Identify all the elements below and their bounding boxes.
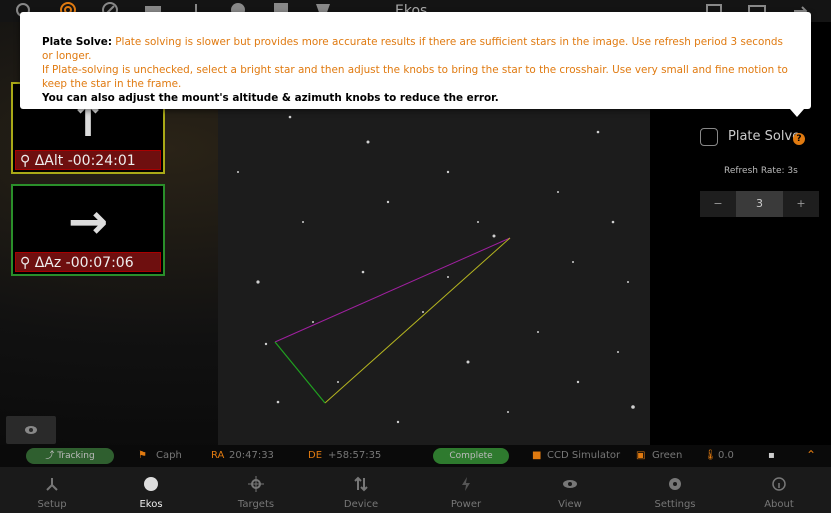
thermometer-icon: 🌡: [704, 450, 717, 461]
setup-icon: [46, 478, 58, 491]
refresh-stepper: − 3 +: [700, 191, 819, 217]
de-value: +58:57:35: [328, 450, 382, 461]
refresh-rate-label: Refresh Rate: 3s: [724, 166, 798, 176]
bottom-navigation: Setup Ekos Targets Device Power View Set…: [0, 467, 831, 513]
search-icon: ⚲: [20, 153, 35, 169]
view-toggle-button[interactable]: [6, 416, 56, 444]
chevron-up-icon[interactable]: ⌃: [806, 448, 816, 462]
eye-icon: [563, 480, 577, 488]
delta-az-label: ⚲ ΔAz -00:07:06: [15, 252, 161, 272]
nav-power[interactable]: Power: [414, 467, 518, 513]
azimuth-correction-box: → ⚲ ΔAz -00:07:06: [11, 184, 165, 276]
right-arrow-icon: →: [67, 194, 109, 250]
delta-alt-label: ⚲ ΔAlt -00:24:01: [15, 150, 161, 170]
nav-about[interactable]: About: [727, 467, 831, 513]
help-tooltip: Plate Solve: Plate solving is slower but…: [20, 12, 811, 109]
eye-icon: [25, 426, 37, 434]
filter-name: Green: [652, 450, 683, 461]
help-icon[interactable]: ?: [793, 133, 805, 145]
refresh-value[interactable]: 3: [736, 191, 783, 217]
nav-device[interactable]: Device: [309, 467, 413, 513]
increment-button[interactable]: +: [783, 191, 819, 217]
de-label: DE: [308, 450, 323, 461]
nav-view[interactable]: View: [518, 467, 622, 513]
device-icon: [354, 476, 368, 492]
filter-icon: ▣: [636, 450, 646, 461]
ekos-icon: [144, 477, 158, 491]
ra-value: 20:47:33: [229, 450, 274, 461]
temperature: 0.0: [718, 450, 734, 461]
gear-icon: [669, 478, 681, 490]
status-bar: ⤴ Tracking ⚑ Caph RA 20:47:33 DE +58:57:…: [0, 445, 831, 467]
nav-ekos[interactable]: Ekos: [99, 467, 203, 513]
search-icon: ⚲: [20, 255, 35, 271]
nav-settings[interactable]: Settings: [623, 467, 727, 513]
targets-icon: [248, 476, 264, 492]
info-icon: [772, 477, 786, 491]
nav-setup[interactable]: Setup: [0, 467, 104, 513]
target-name: Caph: [156, 450, 182, 461]
camera-name: CCD Simulator: [547, 450, 621, 461]
tooltip-pointer: [790, 109, 804, 117]
tooltip-line3: You can also adjust the mount's altitude…: [42, 92, 499, 104]
tracking-badge: ⤴ Tracking: [26, 448, 114, 464]
decrement-button[interactable]: −: [700, 191, 736, 217]
target-flag-icon: ⚑: [138, 450, 147, 461]
save-icon[interactable]: ▪: [768, 450, 775, 461]
ra-label: RA: [211, 450, 225, 461]
status-badge: Complete: [433, 448, 509, 464]
power-icon: [462, 477, 470, 491]
nav-targets[interactable]: Targets: [204, 467, 308, 513]
plate-solve-checkbox[interactable]: [700, 128, 718, 146]
camera-icon: ■: [532, 450, 542, 461]
tooltip-line1: Plate Solve: Plate solving is slower but…: [42, 36, 783, 62]
plate-solve-label: Plate Solve: [728, 129, 801, 144]
tooltip-line2: If Plate-solving is unchecked, select a …: [42, 64, 788, 90]
